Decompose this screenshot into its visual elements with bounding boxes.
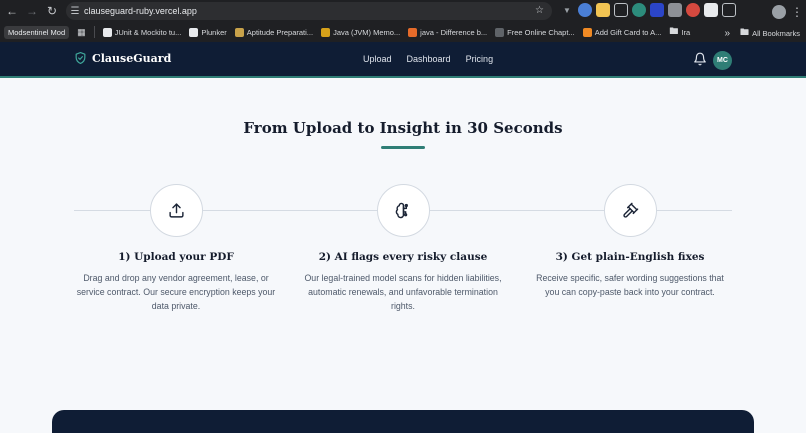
brand-logo[interactable]: ClauseGuard [74,51,171,65]
bookmark-separator [93,26,95,38]
step-title: 1) Upload your PDF [118,251,234,263]
bookmark-item[interactable]: Modsentinel Mod [4,25,70,39]
bookmark-favicon-icon [495,27,505,37]
avatar-initials: MC [717,57,728,64]
nav-pricing[interactable]: Pricing [466,54,494,64]
brand-name: ClauseGuard [92,51,172,65]
step-title: 3) Get plain-English fixes [555,251,705,263]
forward-icon[interactable]: → [22,1,42,21]
section-title: From Upload to Insight in 30 Seconds [243,119,563,137]
back-icon[interactable]: ← [2,1,22,21]
nav-dashboard[interactable]: Dashboard [407,54,451,64]
bookmarks-bar: Modsentinel Mod ▦ JUnit & Mockito tu... … [0,22,806,42]
browser-chrome: ← → ↻ ☰ clauseguard-ruby.vercel.app ☆ ▼ … [0,0,806,42]
bookmark-label: Plunker [201,27,227,37]
bookmark-favicon-icon [582,27,592,37]
all-bookmarks-label: All Bookmarks [752,28,800,38]
bookmark-item[interactable]: JUnit & Mockito tu... [102,27,182,37]
title-underline [381,146,425,149]
step-icon-circle [603,184,657,237]
bookmark-label: JUnit & Mockito tu... [114,27,182,37]
bookmark-item[interactable]: Add Gift Card to A... [582,27,662,37]
bookmark-item[interactable]: Plunker [189,27,227,37]
extension-vpn-icon[interactable]: ▼ [560,3,574,17]
step-title: 2) AI flags every risky clause [318,251,488,263]
apps-grid-icon[interactable]: ▦ [77,27,86,38]
extension-red-icon[interactable] [686,3,700,17]
step-description: Our legal-trained model scans for hidden… [304,273,502,311]
bookmark-label: Ira [681,27,691,37]
step-icon-circle [376,184,430,237]
browser-right-controls: ⋮ [772,2,803,22]
bookmark-star-icon[interactable]: ☆ [535,5,544,16]
step-fixes: 3) Get plain-English fixes Receive speci… [520,184,740,299]
brain-circuit-icon [395,202,408,219]
bookmark-label: Modsentinel Mod [8,27,66,37]
bookmark-item[interactable]: Free Online Chapt... [495,27,575,37]
all-bookmarks-folder[interactable]: 🖿 All Bookmarks [740,25,800,41]
bookmark-item[interactable]: Java (JVM) Memo... [321,27,401,37]
bookmark-favicon-icon [234,27,244,37]
bookmark-item[interactable]: java - Difference b... [408,27,488,37]
step-upload: 1) Upload your PDF Drag and drop any ven… [66,184,286,313]
folder-icon: 🖿 [740,27,750,37]
bell-icon[interactable] [693,52,707,66]
bookmarks-right: » 🖿 All Bookmarks [724,25,800,41]
extension-note-icon[interactable] [596,3,610,17]
profile-icon[interactable] [772,5,786,19]
address-url[interactable]: clauseguard-ruby.vercel.app [84,6,197,16]
reload-icon[interactable]: ↻ [42,1,62,21]
folder-icon: 🖿 [669,26,679,36]
app-navbar: ClauseGuard Upload Dashboard Pricing MC [0,42,806,78]
gavel-icon [622,202,638,218]
site-settings-icon[interactable]: ☰ [66,6,84,17]
step-ai-flags: 2) AI flags every risky clause Our legal… [293,184,513,313]
step-description: Receive specific, safer wording suggesti… [536,273,724,297]
cta-banner [52,410,754,433]
bookmark-favicon-icon [408,27,418,37]
nav-upload[interactable]: Upload [363,54,392,64]
extensions-puzzle-icon[interactable] [722,3,736,17]
extension-blue-icon[interactable] [578,3,592,17]
menu-kebab-icon[interactable]: ⋮ [791,2,803,22]
step-icon-circle [149,184,203,237]
step-description: Drag and drop any vendor agreement, leas… [76,273,276,311]
bookmark-label: Free Online Chapt... [507,27,575,37]
extension-copy-icon[interactable] [614,3,628,17]
main-nav: Upload Dashboard Pricing [363,54,493,64]
bookmark-favicon-icon [321,27,331,37]
avatar[interactable]: MC [713,51,732,70]
bookmark-favicon-icon [189,27,199,37]
bookmark-favicon-icon [102,27,112,37]
bookmarks-overflow-icon[interactable]: » [724,28,730,39]
bookmark-folder[interactable]: 🖿 Ira [669,24,690,40]
extensions-row: ▼ [560,3,736,17]
bookmark-label: Java (JVM) Memo... [333,27,401,37]
bookmark-label: Aptitude Preparati... [246,27,314,37]
bookmark-label: Add Gift Card to A... [594,27,662,37]
shield-icon [75,51,86,65]
bookmark-item[interactable]: Aptitude Preparati... [234,27,314,37]
extension-globe-icon[interactable] [632,3,646,17]
browser-toolbar: ← → ↻ ☰ clauseguard-ruby.vercel.app ☆ ▼ … [0,0,806,22]
extension-grid-icon[interactable] [650,3,664,17]
extension-camera-icon[interactable] [668,3,682,17]
extension-qr-icon[interactable] [704,3,718,17]
address-bar[interactable]: ☰ clauseguard-ruby.vercel.app ☆ [66,2,552,20]
bookmark-label: java - Difference b... [420,27,488,37]
upload-icon [168,203,184,218]
